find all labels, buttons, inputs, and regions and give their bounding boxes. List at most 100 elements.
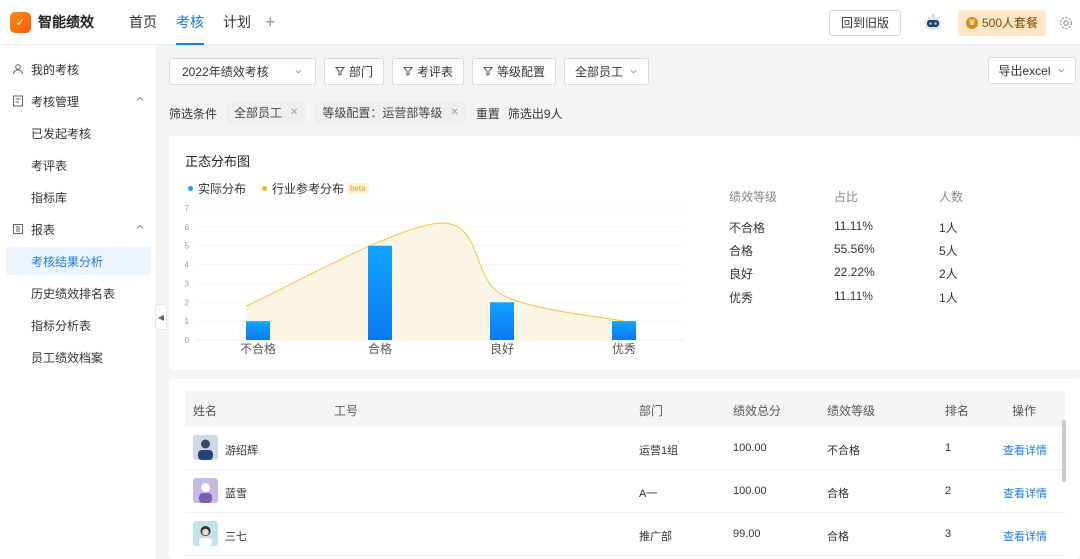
results-table-card: 姓名 工号 部门 绩效总分 绩效等级 排名 操作 游绍辉 运营1组 100.00… — [169, 379, 1080, 559]
y-tick-label: 6 — [185, 223, 190, 232]
legend-ref-marker — [262, 186, 268, 191]
export-excel-button[interactable]: 导出excel — [988, 57, 1076, 84]
document-icon — [13, 95, 23, 107]
app-logo[interactable]: ✓ 智能绩效 — [10, 11, 110, 33]
sidebar-item-reports[interactable]: 报表 — [0, 215, 157, 243]
back-to-old-version-button[interactable]: 回到旧版 — [828, 9, 901, 36]
gear-icon[interactable] — [1058, 15, 1074, 31]
table-header: 姓名 工号 部门 绩效总分 绩效等级 排名 操作 — [185, 391, 1065, 427]
stats-ratio: 55.56% — [834, 242, 875, 256]
close-icon[interactable]: ✕ — [450, 102, 458, 124]
sidebar-item-launched[interactable]: 已发起考核 — [0, 119, 157, 147]
col-dept: 部门 — [639, 404, 664, 418]
grade-config-filter-button[interactable]: 等级配置 — [472, 57, 557, 85]
y-tick-label: 3 — [185, 279, 190, 288]
sidebar-item-indicator-analysis[interactable]: 指标分析表 — [0, 311, 157, 339]
chevron-down-icon — [630, 69, 637, 73]
table-row: 三七 推广部 99.00 合格 3 查看详情 — [185, 513, 1065, 556]
chevron-up-icon[interactable] — [135, 222, 145, 232]
close-icon[interactable]: ✕ — [290, 102, 298, 124]
row-score: 99.00 — [733, 528, 761, 540]
year-select[interactable]: 2022年绩效考核 — [169, 57, 316, 85]
sidebar-item-label: 考核管理 — [31, 94, 80, 109]
evaluation-filter-button[interactable]: 考评表 — [392, 57, 465, 85]
row-name: 蓝雪 — [225, 488, 247, 500]
chevron-down-icon — [295, 69, 302, 73]
filter-icon — [403, 67, 414, 76]
x-tick-label: 合格 — [368, 341, 392, 356]
view-detail-link[interactable]: 查看详情 — [1003, 442, 1047, 458]
package-label: 500人套餐 — [981, 16, 1038, 30]
staff-select[interactable]: 全部员工 — [564, 57, 650, 85]
sidebar-item-evaluation-form[interactable]: 考评表 — [0, 151, 157, 179]
report-icon — [13, 224, 23, 234]
sidebar-item-label: 已发起考核 — [31, 126, 92, 141]
department-filter-button[interactable]: 部门 — [324, 57, 385, 85]
sidebar-item-result-analysis[interactable]: 考核结果分析 — [6, 247, 151, 275]
y-tick-label: 7 — [185, 204, 190, 213]
sidebar-item-employee-archive[interactable]: 员工绩效档案 — [0, 343, 157, 371]
add-tab-icon[interactable]: + — [265, 12, 276, 33]
x-tick-label: 良好 — [490, 341, 514, 356]
x-tick-label: 不合格 — [240, 341, 276, 356]
department-filter-label: 部门 — [349, 64, 374, 79]
result-count: 筛选出9人 — [507, 106, 563, 121]
chevron-up-icon[interactable] — [135, 94, 145, 104]
bar-优秀 — [612, 321, 636, 340]
chart-legend: 实际分布 行业参考分布 beta — [188, 180, 369, 197]
stats-ratio: 11.11% — [834, 219, 873, 233]
distribution-card: 正态分布图 实际分布 行业参考分布 beta 0 1 2 3 4 5 6 7 不合格 合格 良好 优秀… — [169, 136, 1080, 370]
tab-home[interactable]: 首页 — [129, 0, 157, 45]
stats-grade: 优秀 — [729, 291, 754, 305]
avatar — [193, 521, 218, 546]
reset-button[interactable]: 重置 — [476, 105, 500, 122]
bar-合格 — [368, 245, 392, 340]
tab-plan[interactable]: 计划 — [223, 0, 251, 45]
sidebar-item-label: 员工绩效档案 — [31, 350, 104, 365]
stats-ratio: 22.22% — [834, 265, 875, 279]
view-detail-link[interactable]: 查看详情 — [1003, 528, 1047, 544]
sidebar-item-label: 我的考核 — [31, 62, 80, 77]
table-scrollbar[interactable] — [1062, 420, 1066, 482]
row-dept: 推广部 — [639, 531, 672, 543]
bar-良好 — [490, 302, 514, 340]
legend-actual-marker — [188, 186, 193, 191]
tab-assessment[interactable]: 考核 — [176, 0, 204, 45]
view-detail-link[interactable]: 查看详情 — [1003, 485, 1047, 501]
export-label: 导出excel — [998, 64, 1051, 78]
sidebar-item-label: 报表 — [31, 222, 56, 237]
y-tick-label: 2 — [185, 298, 190, 307]
robot-assistant-icon[interactable] — [922, 12, 944, 34]
row-dept: 运营1组 — [639, 445, 679, 457]
stats-row: 良好 22.22% 2人 — [729, 265, 989, 283]
filter-toolbar: 2022年绩效考核 部门 考评表 等级配置 全部员工 — [169, 57, 657, 85]
col-grade: 绩效等级 — [827, 404, 876, 418]
row-rank: 1 — [945, 442, 952, 454]
package-badge[interactable]: ♛ 500人套餐 — [957, 9, 1046, 36]
sidebar-item-my-assessment[interactable]: 我的考核 — [0, 55, 157, 83]
avatar — [193, 478, 218, 503]
sidebar-item-label: 考评表 — [31, 158, 68, 173]
stats-row: 不合格 11.11% 1人 — [729, 219, 989, 237]
filter-icon — [335, 67, 345, 76]
col-rank: 排名 — [945, 404, 970, 418]
sidebar-item-assessment-management[interactable]: 考核管理 — [0, 87, 157, 115]
sidebar-item-history-ranking[interactable]: 历史绩效排名表 — [0, 279, 157, 307]
sidebar-collapse-handle[interactable]: ◀ — [155, 304, 167, 330]
y-tick-label: 1 — [185, 317, 190, 326]
stats-header-count: 人数 — [939, 190, 964, 204]
stats-count: 5人 — [939, 244, 958, 258]
sidebar-item-indicator-library[interactable]: 指标库 — [0, 183, 157, 211]
col-action: 操作 — [1012, 404, 1037, 418]
stats-row: 合格 55.56% 5人 — [729, 242, 989, 260]
stats-header: 绩效等级 占比 人数 — [729, 188, 989, 206]
filter-icon — [483, 67, 494, 76]
beta-badge: beta — [347, 183, 369, 194]
condition-tag: 等级配置：运营部等级 ✕ — [315, 102, 466, 124]
stats-count: 2人 — [939, 267, 958, 281]
stats-count: 1人 — [939, 221, 958, 235]
row-score: 100.00 — [733, 485, 767, 497]
bar-不合格 — [246, 321, 270, 340]
grade-config-filter-label: 等级配置 — [497, 64, 546, 79]
sidebar-item-label: 考核结果分析 — [31, 254, 104, 269]
